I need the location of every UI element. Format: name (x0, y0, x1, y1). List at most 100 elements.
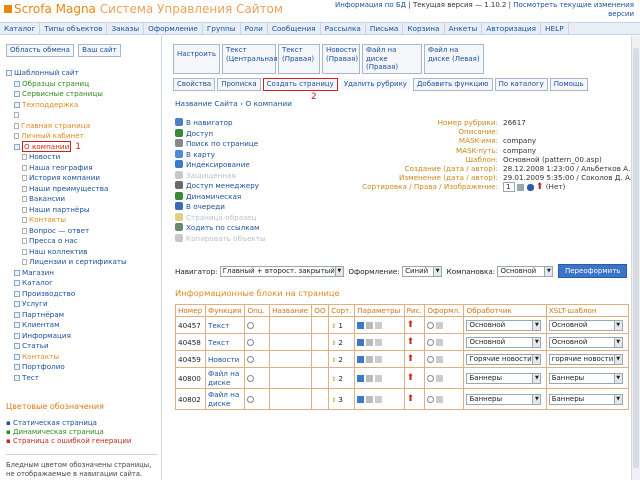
breadcrumb-text[interactable]: Название Сайта › О компании (175, 99, 292, 108)
handler-select[interactable]: Горячие новости ▼ (466, 353, 542, 365)
search-icon[interactable] (427, 396, 435, 403)
params-cell[interactable] (354, 316, 405, 334)
options-icon[interactable] (247, 339, 255, 346)
menu-help[interactable]: HELP (541, 23, 569, 34)
sort-arrows-icon[interactable]: ⇕ (331, 357, 336, 364)
options-cell[interactable] (244, 350, 271, 368)
params-icon[interactable] (357, 339, 365, 346)
handler-cell[interactable]: Баннеры ▼ (463, 367, 547, 389)
options-cell[interactable] (244, 333, 271, 351)
create-page-button[interactable]: Создать страницу (262, 78, 338, 91)
tree-item[interactable]: Пресса о нас (6, 236, 158, 247)
sort-arrows-icon[interactable]: ⇕ (331, 376, 336, 383)
warning-icon[interactable] (366, 375, 374, 382)
tree-item[interactable]: Наши партнёры (6, 205, 158, 216)
params-cell[interactable] (354, 333, 405, 351)
doc-icon[interactable] (436, 396, 444, 403)
page-action-item[interactable]: В очереди (175, 202, 305, 213)
options-cell[interactable] (244, 367, 271, 389)
handler-cell[interactable]: Основной ▼ (463, 333, 547, 351)
design-cell[interactable] (424, 367, 465, 389)
tab-help[interactable]: Помощь (549, 78, 588, 91)
xslt-select[interactable]: Основной ▼ (548, 319, 623, 331)
sort-cell[interactable]: ⇕ 2 (328, 367, 356, 389)
tree-item[interactable]: Образцы страниц (6, 79, 158, 90)
xslt-select[interactable]: Основной ▼ (548, 336, 623, 348)
user-icon[interactable] (526, 183, 534, 191)
params-icon[interactable] (357, 356, 365, 363)
block-function[interactable]: Файл на диске (205, 367, 246, 389)
options-icon[interactable] (247, 356, 255, 363)
tree-item[interactable]: Шаблонный сайт (6, 68, 158, 79)
xslt-cell[interactable]: Баннеры ▼ (545, 388, 630, 410)
handler-select[interactable]: Основной ▼ (466, 319, 542, 331)
tree-item[interactable] (6, 110, 158, 121)
design-cell[interactable] (424, 333, 465, 351)
tab-registration[interactable]: Прописка (217, 78, 261, 91)
search-icon[interactable] (427, 356, 435, 363)
tree-item[interactable]: Техподдержка (6, 100, 158, 111)
tree-item[interactable]: Наш коллектив (6, 247, 158, 258)
design-cell[interactable] (424, 316, 465, 334)
delete-section-button[interactable]: Удалить рубрику (339, 78, 411, 91)
tab-properties[interactable]: Свойства (173, 78, 216, 91)
menu-forms[interactable]: Анкеты (445, 23, 483, 34)
doc-icon[interactable] (436, 322, 444, 329)
page-action-item[interactable]: Доступ менеджеру (175, 181, 305, 192)
page-action-item[interactable]: Индексирование (175, 160, 305, 171)
navigator-select[interactable]: Главный + второст. закрытый ▼ (219, 265, 344, 277)
menu-letters[interactable]: Письма (366, 23, 404, 34)
tree-item[interactable]: Статьи (6, 341, 158, 352)
sort-input[interactable]: 1 (503, 182, 515, 193)
tree-item[interactable]: Наши преимущества (6, 184, 158, 195)
params-icon[interactable] (357, 375, 365, 382)
handler-cell[interactable]: Основной ▼ (463, 316, 547, 334)
tree-item[interactable]: Партнёрам (6, 310, 158, 321)
menu-groups[interactable]: Группы (203, 23, 241, 34)
tree-item[interactable]: О компании 1 (6, 140, 158, 153)
tree-item[interactable]: Личный кабинет (6, 131, 158, 142)
image-cell[interactable]: ⬆ (403, 333, 426, 351)
db-info-link[interactable]: Информация по БД (335, 1, 406, 9)
menu-orders[interactable]: Заказы (107, 23, 145, 34)
tab-text-central[interactable]: Текст (Центральная) (221, 44, 280, 74)
tree-item[interactable]: Вакансии (6, 194, 158, 205)
tree-item[interactable]: Производство (6, 289, 158, 300)
tab-text-right[interactable]: Текст (Правая) (277, 44, 320, 74)
tree-item[interactable]: Портфолио (6, 362, 158, 373)
tree-item[interactable]: Магазин (6, 268, 158, 279)
changes-link[interactable]: Посмотреть текущие изменения версии (513, 1, 634, 18)
sort-arrows-icon[interactable]: ⇕ (331, 323, 336, 330)
block-function[interactable]: Текст (205, 333, 246, 351)
tab-by-catalog[interactable]: По каталогу (494, 78, 548, 91)
handler-cell[interactable]: Баннеры ▼ (463, 388, 547, 410)
xslt-cell[interactable]: Баннеры ▼ (545, 367, 630, 389)
page-action-item[interactable]: Динамическая (175, 191, 305, 203)
doc-icon[interactable] (375, 396, 383, 403)
doc-icon[interactable] (436, 339, 444, 346)
doc-icon[interactable] (375, 339, 383, 346)
xslt-cell[interactable]: Основной ▼ (545, 333, 630, 351)
tree-item[interactable]: Тест (6, 373, 158, 384)
sort-arrows-icon[interactable]: ⇕ (331, 340, 336, 347)
page-action-item[interactable]: Страница-образец (175, 212, 305, 224)
tree-item[interactable]: Наша география (6, 163, 158, 174)
rights-icon[interactable] (517, 183, 525, 191)
xslt-select[interactable]: горячие новости ▼ (548, 353, 623, 365)
handler-select[interactable]: Баннеры ▼ (466, 393, 542, 405)
exchange-area-button[interactable]: Область обмена (6, 44, 74, 57)
search-icon[interactable] (427, 322, 435, 329)
warning-icon[interactable] (366, 339, 374, 346)
page-action-item[interactable]: Доступ (175, 128, 305, 140)
params-cell[interactable] (354, 350, 405, 368)
image-arrow-icon[interactable]: ⬆ (536, 182, 544, 192)
page-action-item[interactable]: В навигатор (175, 118, 305, 129)
tree-item[interactable]: Сервисные страницы (6, 89, 158, 100)
page-action-item[interactable]: Защищенная (175, 170, 305, 182)
add-function-button[interactable]: Добавить функцию (412, 78, 493, 91)
tab-configure[interactable]: Настроить (173, 44, 220, 74)
page-action-item[interactable]: В карту (175, 149, 305, 161)
handler-select[interactable]: Баннеры ▼ (466, 372, 542, 384)
tree-item[interactable]: Каталог (6, 278, 158, 289)
design-cell[interactable] (424, 388, 465, 410)
